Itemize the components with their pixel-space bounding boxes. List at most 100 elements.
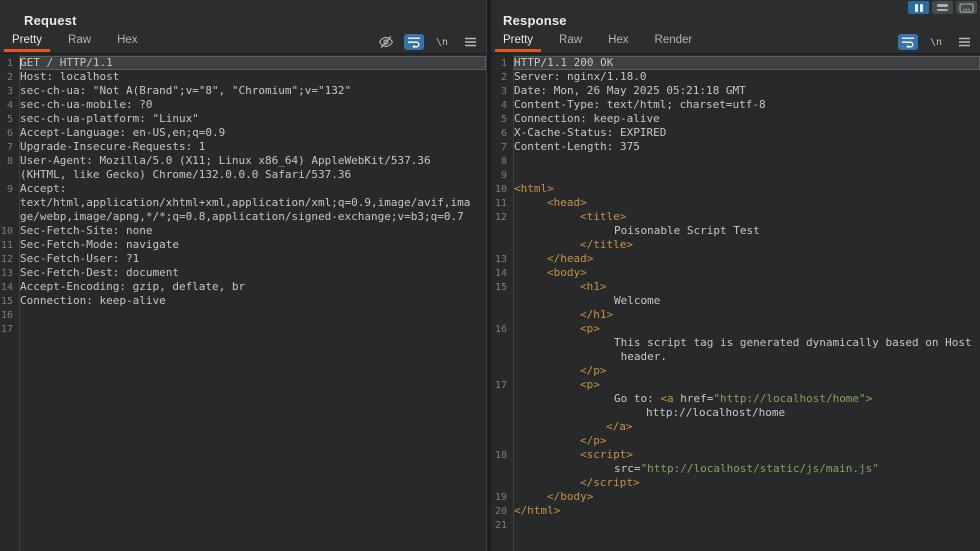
newline-toggle[interactable]: \n bbox=[926, 34, 946, 50]
tab-pretty[interactable]: Pretty bbox=[4, 30, 50, 52]
code-line-text[interactable]: Content-Length: 375 bbox=[514, 140, 980, 154]
text-token: Accept-Encoding: gzip, deflate, br bbox=[20, 280, 245, 294]
code-line-text[interactable]: Connection: keep-alive bbox=[514, 112, 980, 126]
code-line-text[interactable] bbox=[514, 168, 980, 182]
word-wrap-toggle[interactable] bbox=[898, 34, 918, 50]
code-line-text[interactable]: text/html,application/xhtml+xml,applicat… bbox=[20, 196, 486, 210]
line-number bbox=[491, 350, 511, 364]
code-line: 6X-Cache-Status: EXPIRED bbox=[491, 126, 980, 140]
text-token: (KHTML, like Gecko) Chrome/132.0.0.0 Saf… bbox=[20, 168, 351, 182]
code-line: 8User-Agent: Mozilla/5.0 (X11; Linux x86… bbox=[0, 154, 486, 168]
code-line-text[interactable]: <script> bbox=[514, 448, 980, 462]
code-line-text[interactable]: </body> bbox=[514, 490, 980, 504]
code-line-text[interactable]: Accept-Encoding: gzip, deflate, br bbox=[20, 280, 486, 294]
code-line-text[interactable] bbox=[514, 154, 980, 168]
line-number bbox=[0, 196, 17, 210]
code-line-text[interactable]: Accept-Language: en-US,en;q=0.9 bbox=[20, 126, 486, 140]
tab-hex[interactable]: Hex bbox=[600, 30, 636, 52]
request-toolbar: \n bbox=[376, 32, 480, 52]
request-editor[interactable]: 1GET / HTTP/1.12Host: localhost3sec-ch-u… bbox=[0, 54, 486, 551]
response-editor[interactable]: 1HTTP/1.1 200 OK2Server: nginx/1.18.03Da… bbox=[491, 54, 980, 551]
layout-combined[interactable] bbox=[956, 1, 977, 14]
code-line-text[interactable]: User-Agent: Mozilla/5.0 (X11; Linux x86_… bbox=[20, 154, 486, 168]
editor-menu[interactable] bbox=[954, 34, 974, 50]
code-line: 1HTTP/1.1 200 OK bbox=[491, 56, 980, 70]
html-tag-token: </p> bbox=[580, 364, 607, 378]
code-line-text[interactable]: </head> bbox=[514, 252, 980, 266]
hide-non-printing-toggle[interactable] bbox=[376, 34, 396, 50]
html-tag-token: <script> bbox=[580, 448, 633, 462]
code-line-text[interactable]: Welcome bbox=[514, 294, 980, 308]
code-line-text[interactable]: </p> bbox=[514, 364, 980, 378]
line-number bbox=[0, 168, 17, 182]
line-number: 11 bbox=[0, 238, 17, 252]
code-line-text[interactable]: <p> bbox=[514, 378, 980, 392]
code-line-text[interactable]: (KHTML, like Gecko) Chrome/132.0.0.0 Saf… bbox=[20, 168, 486, 182]
tab-raw[interactable]: Raw bbox=[551, 30, 590, 52]
code-line-text[interactable]: <p> bbox=[514, 322, 980, 336]
code-line-text[interactable]: Sec-Fetch-Dest: document bbox=[20, 266, 486, 280]
code-line-text[interactable]: <html> bbox=[514, 182, 980, 196]
code-line-text[interactable]: sec-ch-ua-platform: "Linux" bbox=[20, 112, 486, 126]
code-line-text[interactable]: src="http://localhost/static/js/main.js" bbox=[514, 462, 980, 476]
gutter-separator bbox=[513, 54, 514, 551]
code-line-text[interactable]: ge/webp,image/apng,*/*;q=0.8,application… bbox=[20, 210, 486, 224]
code-line-text[interactable]: </a> bbox=[514, 420, 980, 434]
code-line-text[interactable]: GET / HTTP/1.1 bbox=[20, 56, 486, 70]
text-token: Welcome bbox=[614, 294, 660, 308]
code-line-text[interactable]: </script> bbox=[514, 476, 980, 490]
line-number: 13 bbox=[491, 252, 511, 266]
code-line-text[interactable]: Sec-Fetch-Mode: navigate bbox=[20, 238, 486, 252]
code-line-text[interactable]: Sec-Fetch-User: ?1 bbox=[20, 252, 486, 266]
text-token: ge/webp,image/apng,*/*;q=0.8,application… bbox=[20, 210, 464, 224]
code-line-text[interactable]: <body> bbox=[514, 266, 980, 280]
editor-menu[interactable] bbox=[460, 34, 480, 50]
word-wrap-toggle[interactable] bbox=[404, 34, 424, 50]
text-token: header. bbox=[614, 350, 667, 364]
code-line: 2Host: localhost bbox=[0, 70, 486, 84]
newline-toggle[interactable]: \n bbox=[432, 34, 452, 50]
code-line-text[interactable]: </h1> bbox=[514, 308, 980, 322]
code-line-text[interactable]: </p> bbox=[514, 434, 980, 448]
tab-render[interactable]: Render bbox=[647, 30, 701, 52]
line-number bbox=[491, 336, 511, 350]
code-line-text[interactable]: HTTP/1.1 200 OK bbox=[514, 56, 980, 70]
code-line-text[interactable]: Connection: keep-alive bbox=[20, 294, 486, 308]
code-line-text[interactable]: http://localhost/home bbox=[514, 406, 980, 420]
layout-side-by-side[interactable] bbox=[908, 1, 929, 14]
code-line-text[interactable]: Go to: <a href="http://localhost/home"> bbox=[514, 392, 980, 406]
code-line-text[interactable]: Poisonable Script Test bbox=[514, 224, 980, 238]
code-line-text[interactable]: header. bbox=[514, 350, 980, 364]
line-number: 8 bbox=[491, 154, 511, 168]
code-line-text[interactable]: sec-ch-ua-mobile: ?0 bbox=[20, 98, 486, 112]
code-line-text[interactable]: <title> bbox=[514, 210, 980, 224]
code-line-text[interactable]: <head> bbox=[514, 196, 980, 210]
layout-stacked[interactable] bbox=[932, 1, 953, 14]
code-line-text[interactable]: </html> bbox=[514, 504, 980, 518]
code-line-text[interactable]: sec-ch-ua: "Not A(Brand";v="8", "Chromiu… bbox=[20, 84, 486, 98]
tab-hex[interactable]: Hex bbox=[109, 30, 145, 52]
tab-raw[interactable]: Raw bbox=[60, 30, 99, 52]
line-number: 6 bbox=[0, 126, 17, 140]
code-line: </h1> bbox=[491, 308, 980, 322]
code-line-text[interactable]: <h1> bbox=[514, 280, 980, 294]
code-line-text[interactable]: Host: localhost bbox=[20, 70, 486, 84]
code-line-text[interactable]: Accept: bbox=[20, 182, 486, 196]
line-number: 6 bbox=[491, 126, 511, 140]
code-line-text[interactable]: This script tag is generated dynamically… bbox=[514, 336, 980, 350]
code-line-text[interactable]: Sec-Fetch-Site: none bbox=[20, 224, 486, 238]
code-line-text[interactable]: X-Cache-Status: EXPIRED bbox=[514, 126, 980, 140]
text-token: User-Agent: Mozilla/5.0 (X11; Linux x86_… bbox=[20, 154, 431, 168]
line-number: 9 bbox=[0, 182, 17, 196]
code-line-text[interactable]: </title> bbox=[514, 238, 980, 252]
code-line: 3Date: Mon, 26 May 2025 05:21:18 GMT bbox=[491, 84, 980, 98]
code-line-text[interactable]: Content-Type: text/html; charset=utf-8 bbox=[514, 98, 980, 112]
code-line-text[interactable] bbox=[20, 322, 486, 336]
code-line-text[interactable]: Server: nginx/1.18.0 bbox=[514, 70, 980, 84]
code-line-text[interactable] bbox=[20, 308, 486, 322]
code-line-text[interactable]: Upgrade-Insecure-Requests: 1 bbox=[20, 140, 486, 154]
code-line: 4Content-Type: text/html; charset=utf-8 bbox=[491, 98, 980, 112]
code-line-text[interactable] bbox=[514, 518, 980, 532]
code-line-text[interactable]: Date: Mon, 26 May 2025 05:21:18 GMT bbox=[514, 84, 980, 98]
tab-pretty[interactable]: Pretty bbox=[495, 30, 541, 52]
